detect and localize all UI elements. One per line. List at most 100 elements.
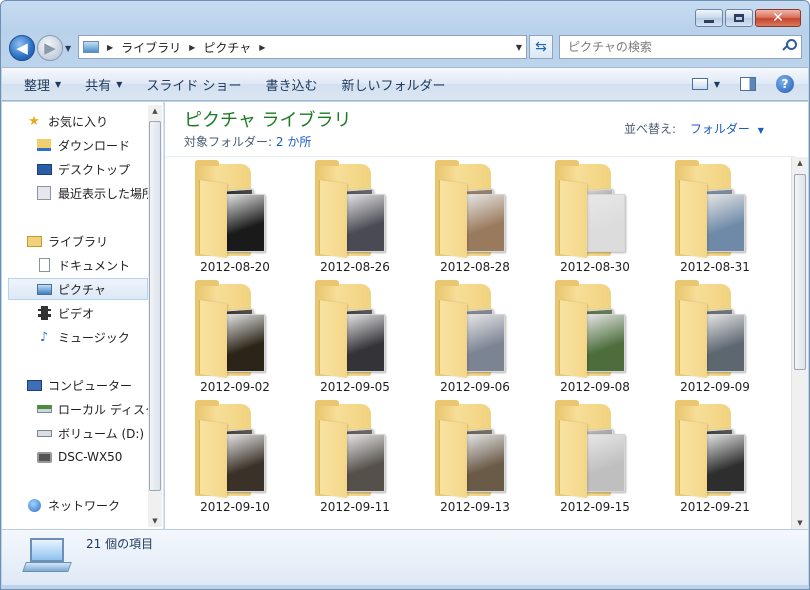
nav-computer-label: コンピューター bbox=[48, 378, 133, 393]
folder-name: 2012-08-20 bbox=[200, 260, 270, 274]
computer-icon bbox=[22, 538, 72, 578]
folder-name: 2012-09-10 bbox=[200, 500, 270, 514]
folder-item[interactable]: 2012-08-30 bbox=[545, 160, 645, 278]
folder-name: 2012-09-02 bbox=[200, 380, 270, 394]
folder-item[interactable]: 2012-08-28 bbox=[425, 160, 525, 278]
folder-name: 2012-09-09 bbox=[680, 380, 750, 394]
forward-button[interactable]: ▶ bbox=[37, 35, 63, 61]
breadcrumb-separator-icon[interactable]: ▶ bbox=[107, 43, 113, 52]
preview-pane-icon[interactable] bbox=[740, 77, 756, 91]
explorer-window: ✕ ◀ ▶ ▼ ▶ ライブラリ ▶ ピクチャ ▶ ▼ ⇆ 整理 ▼ 共有 ▼ スライ… bbox=[0, 0, 810, 590]
search-input[interactable] bbox=[560, 36, 770, 58]
arrange-by-label: 並べ替え: bbox=[624, 122, 677, 136]
folder-name: 2012-08-26 bbox=[320, 260, 390, 274]
scroll-down-icon[interactable]: ▼ bbox=[793, 519, 807, 527]
refresh-icon: ⇆ bbox=[535, 39, 547, 55]
organize-label: 整理 bbox=[24, 78, 51, 94]
folder-icon bbox=[673, 160, 751, 258]
content-scrollbar[interactable]: ▲ ▼ bbox=[791, 157, 808, 529]
organize-button[interactable]: 整理 ▼ bbox=[12, 68, 73, 100]
folder-item[interactable]: 2012-08-31 bbox=[665, 160, 765, 278]
chevron-down-icon: ▼ bbox=[116, 79, 123, 89]
nav-pictures[interactable]: ピクチャ bbox=[8, 278, 148, 300]
address-dropdown-icon[interactable]: ▼ bbox=[516, 43, 522, 52]
chevron-down-icon[interactable]: ▼ bbox=[758, 126, 764, 135]
folder-item[interactable]: 2012-09-15 bbox=[545, 400, 645, 518]
nav-favorites-label: お気に入り bbox=[48, 114, 109, 129]
nav-scrollbar[interactable]: ▲ ▼ bbox=[148, 105, 162, 527]
folder-icon bbox=[433, 400, 511, 498]
burn-button[interactable]: 書き込む bbox=[253, 68, 329, 100]
content-scroll-thumb[interactable] bbox=[794, 174, 806, 370]
close-icon: ✕ bbox=[772, 10, 784, 26]
slideshow-button[interactable]: スライド ショー bbox=[134, 68, 253, 100]
scroll-up-icon[interactable]: ▲ bbox=[148, 107, 162, 115]
address-bar[interactable]: ▶ ライブラリ ▶ ピクチャ ▶ ▼ bbox=[78, 35, 527, 59]
libraries-icon bbox=[26, 234, 42, 248]
videos-icon bbox=[36, 306, 52, 320]
folder-name: 2012-09-08 bbox=[560, 380, 630, 394]
scroll-up-icon[interactable]: ▲ bbox=[793, 159, 807, 167]
arrange-by-dropdown[interactable]: フォルダー bbox=[690, 122, 750, 136]
breadcrumb-libraries[interactable]: ライブラリ bbox=[121, 39, 181, 56]
folder-item[interactable]: 2012-09-06 bbox=[425, 280, 525, 398]
chevron-down-icon: ▼ bbox=[55, 79, 62, 89]
nav-libraries-label: ライブラリ bbox=[48, 234, 109, 249]
folder-item[interactable]: 2012-09-05 bbox=[305, 280, 405, 398]
local-disk-icon bbox=[36, 402, 52, 416]
maximize-icon bbox=[734, 14, 744, 22]
folder-icon bbox=[313, 160, 391, 258]
folder-item[interactable]: 2012-09-09 bbox=[665, 280, 765, 398]
breadcrumb-separator-icon[interactable]: ▶ bbox=[189, 43, 195, 52]
share-button[interactable]: 共有 ▼ bbox=[73, 68, 134, 100]
folder-icon bbox=[673, 280, 751, 378]
breadcrumb-separator-icon[interactable]: ▶ bbox=[259, 43, 265, 52]
drive-icon bbox=[36, 426, 52, 440]
nav-scroll-thumb[interactable] bbox=[149, 121, 161, 491]
search-box bbox=[559, 35, 802, 59]
folder-item[interactable]: 2012-09-21 bbox=[665, 400, 765, 518]
folder-icon bbox=[433, 280, 511, 378]
folder-item[interactable]: 2012-09-13 bbox=[425, 400, 525, 518]
folder-item[interactable]: 2012-09-11 bbox=[305, 400, 405, 518]
refresh-button[interactable]: ⇆ bbox=[529, 35, 553, 59]
folder-item[interactable]: 2012-09-08 bbox=[545, 280, 645, 398]
nav-desktop-label: デスクトップ bbox=[58, 162, 131, 177]
recent-pages-dropdown[interactable]: ▼ bbox=[65, 44, 71, 53]
star-icon: ★ bbox=[28, 113, 40, 129]
folder-name: 2012-09-21 bbox=[680, 500, 750, 514]
nav-pictures-label: ピクチャ bbox=[58, 282, 106, 297]
included-folders-link[interactable]: 2 か所 bbox=[276, 135, 311, 149]
nav-volume-d-label: ボリューム (D:) bbox=[58, 426, 145, 441]
nav-network-label: ネットワーク bbox=[48, 498, 121, 513]
header-divider bbox=[165, 156, 795, 157]
folder-icon bbox=[553, 280, 631, 378]
folder-name: 2012-09-13 bbox=[440, 500, 510, 514]
nav-documents-label: ドキュメント bbox=[58, 258, 131, 273]
view-options-dropdown[interactable]: ▼ bbox=[714, 80, 720, 89]
maximize-button[interactable] bbox=[725, 9, 753, 27]
command-bar-right: ▼ ? bbox=[691, 68, 808, 100]
folder-item[interactable]: 2012-09-10 bbox=[185, 400, 285, 518]
new-folder-button[interactable]: 新しいフォルダー bbox=[330, 68, 458, 100]
change-view-icon[interactable] bbox=[691, 78, 708, 90]
close-button[interactable]: ✕ bbox=[755, 9, 801, 27]
folder-icon bbox=[313, 400, 391, 498]
folder-icon bbox=[673, 400, 751, 498]
folder-item[interactable]: 2012-08-26 bbox=[305, 160, 405, 278]
computer-icon bbox=[26, 378, 42, 392]
folder-item[interactable]: 2012-08-20 bbox=[185, 160, 285, 278]
back-arrow-icon: ◀ bbox=[16, 39, 28, 57]
minimize-icon bbox=[704, 19, 714, 23]
desktop-icon bbox=[36, 162, 52, 176]
back-button[interactable]: ◀ bbox=[9, 35, 35, 61]
network-icon bbox=[26, 498, 42, 512]
breadcrumb-pictures[interactable]: ピクチャ bbox=[203, 39, 251, 56]
folder-item[interactable]: 2012-09-02 bbox=[185, 280, 285, 398]
minimize-button[interactable] bbox=[695, 9, 723, 27]
help-icon[interactable]: ? bbox=[776, 75, 794, 93]
scroll-down-icon[interactable]: ▼ bbox=[148, 517, 162, 525]
camera-icon bbox=[36, 450, 52, 464]
search-icon[interactable] bbox=[783, 39, 797, 51]
recent-places-icon bbox=[36, 186, 52, 200]
